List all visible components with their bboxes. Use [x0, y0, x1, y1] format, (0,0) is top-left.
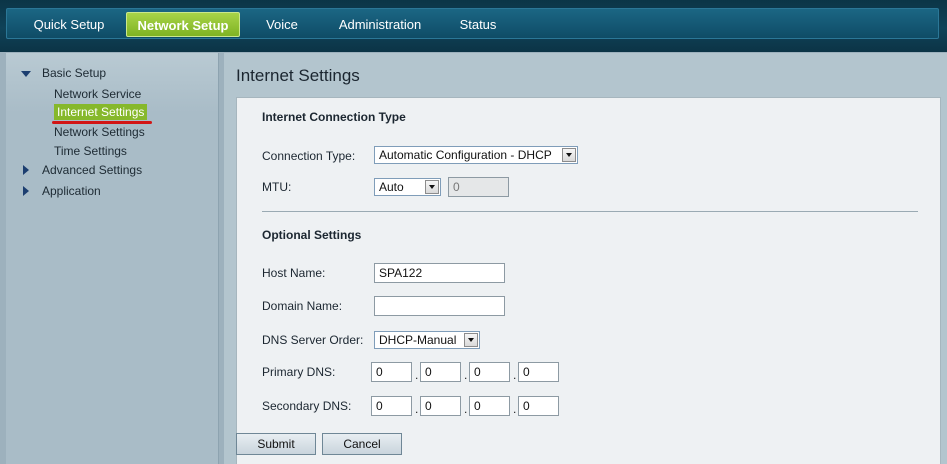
domain-name-field[interactable] [374, 296, 505, 316]
sidebar: Basic Setup Network Service Internet Set… [6, 53, 219, 464]
nav-tab-network-setup[interactable]: Network Setup [126, 12, 240, 37]
nav-tab-status[interactable]: Status [453, 12, 503, 37]
settings-panel: Internet Connection Type Connection Type… [236, 97, 941, 464]
nav-tab-administration[interactable]: Administration [333, 12, 427, 37]
nav-strip: Quick Setup Network Setup Voice Administ… [6, 8, 939, 39]
dns-server-order-select[interactable]: DHCP-Manual [374, 331, 480, 349]
sidebar-item-network-service[interactable]: Network Service [54, 87, 141, 101]
primary-dns-octet-1[interactable]: 0 [371, 362, 412, 382]
submit-button[interactable]: Submit [236, 433, 316, 455]
nav-tab-voice[interactable]: Voice [257, 12, 307, 37]
connection-type-label: Connection Type: [262, 149, 356, 163]
primary-dns-octet-2[interactable]: 0 [420, 362, 461, 382]
sidebar-item-advanced-settings[interactable]: Advanced Settings [42, 163, 142, 177]
nav-tab-quick-setup[interactable]: Quick Setup [19, 12, 119, 37]
expanded-arrow-icon[interactable] [21, 71, 31, 77]
red-underline-annotation [52, 121, 152, 124]
connection-type-value: Automatic Configuration - DHCP [379, 148, 552, 162]
sidebar-item-basic-setup[interactable]: Basic Setup [42, 66, 106, 80]
mtu-size-field[interactable]: 0 [448, 177, 509, 197]
collapsed-arrow-icon[interactable] [23, 165, 29, 175]
domain-name-label: Domain Name: [262, 299, 343, 313]
secondary-dns-octet-1[interactable]: 0 [371, 396, 412, 416]
section-title-optional: Optional Settings [262, 228, 362, 242]
chevron-down-icon[interactable] [425, 180, 439, 194]
chevron-down-icon[interactable] [562, 148, 576, 162]
sidebar-item-application[interactable]: Application [42, 184, 101, 198]
sidebar-item-network-settings[interactable]: Network Settings [54, 125, 145, 139]
section-title-connection: Internet Connection Type [262, 110, 406, 124]
mtu-label: MTU: [262, 180, 292, 194]
top-navigation-bar: Quick Setup Network Setup Voice Administ… [0, 0, 947, 52]
secondary-dns-octet-4[interactable]: 0 [518, 396, 559, 416]
collapsed-arrow-icon[interactable] [23, 186, 29, 196]
host-name-label: Host Name: [262, 266, 326, 280]
secondary-dns-octet-2[interactable]: 0 [420, 396, 461, 416]
sidebar-item-time-settings[interactable]: Time Settings [54, 144, 127, 158]
primary-dns-label: Primary DNS: [262, 365, 336, 379]
primary-dns-octet-4[interactable]: 0 [518, 362, 559, 382]
page-title: Internet Settings [236, 66, 360, 85]
main-content: Internet Settings Internet Connection Ty… [224, 53, 947, 464]
section-divider [262, 211, 918, 212]
cancel-button[interactable]: Cancel [322, 433, 402, 455]
sidebar-item-internet-settings[interactable]: Internet Settings [54, 104, 148, 120]
connection-type-select[interactable]: Automatic Configuration - DHCP [374, 146, 578, 164]
host-name-field[interactable]: SPA122 [374, 263, 505, 283]
dns-server-order-label: DNS Server Order: [262, 333, 364, 347]
chevron-down-icon[interactable] [464, 333, 478, 347]
secondary-dns-octet-3[interactable]: 0 [469, 396, 510, 416]
secondary-dns-label: Secondary DNS: [262, 399, 352, 413]
primary-dns-octet-3[interactable]: 0 [469, 362, 510, 382]
dns-server-order-value: DHCP-Manual [379, 333, 457, 347]
mtu-mode-value: Auto [379, 180, 404, 194]
mtu-mode-select[interactable]: Auto [374, 178, 441, 196]
